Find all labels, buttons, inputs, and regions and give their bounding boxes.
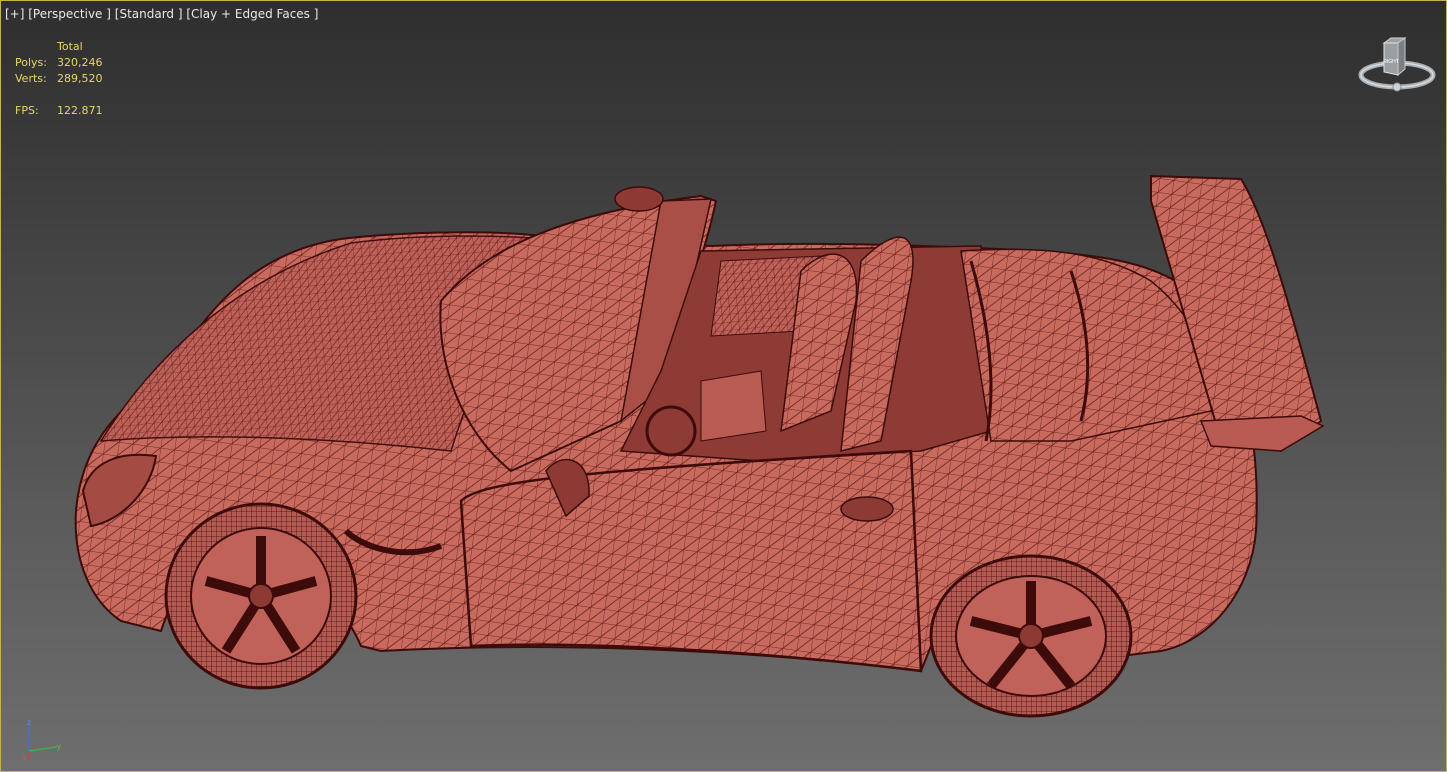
viewcube-right[interactable] xyxy=(1397,37,1406,77)
verts-value: 289,520 xyxy=(57,72,103,85)
car-wireframe-model[interactable] xyxy=(61,151,1351,731)
viewcube-face-label: RIGHT xyxy=(1383,59,1399,65)
polys-value: 320,246 xyxy=(57,56,103,69)
fps-label: FPS: xyxy=(15,104,39,117)
car-door-handle xyxy=(840,496,894,522)
polys-label: Polys: xyxy=(15,56,47,69)
car-front-wheel xyxy=(164,502,358,690)
viewport-menu-shading[interactable]: [Standard ] xyxy=(115,7,183,21)
stats-header: Total xyxy=(57,40,83,53)
axis-tripod: z y x xyxy=(23,718,61,761)
viewport-menu-view[interactable]: [Perspective ] xyxy=(28,7,111,21)
statistics-overlay: Total Polys: 320,246 Verts: 289,520 FPS: 12… xyxy=(15,39,103,119)
viewport-label: [+] [Perspective ] [Standard ] [Clay + E… xyxy=(5,7,318,21)
viewport-perspective[interactable]: [+] [Perspective ] [Standard ] [Clay + E… xyxy=(0,0,1447,772)
axis-x-label: x xyxy=(23,755,27,761)
fps-value: 122.871 xyxy=(57,104,103,117)
axis-y-label: y xyxy=(57,742,61,751)
viewcube-compass-marker[interactable] xyxy=(1392,82,1402,92)
verts-label: Verts: xyxy=(15,72,47,85)
axis-z-label: z xyxy=(27,718,31,727)
viewcube[interactable]: RIGHT xyxy=(1357,35,1437,99)
viewport-menu-plus[interactable]: [+] xyxy=(5,7,24,21)
car-rear-wheel xyxy=(929,554,1133,718)
viewport-menu-style[interactable]: [Clay + Edged Faces ] xyxy=(186,7,318,21)
